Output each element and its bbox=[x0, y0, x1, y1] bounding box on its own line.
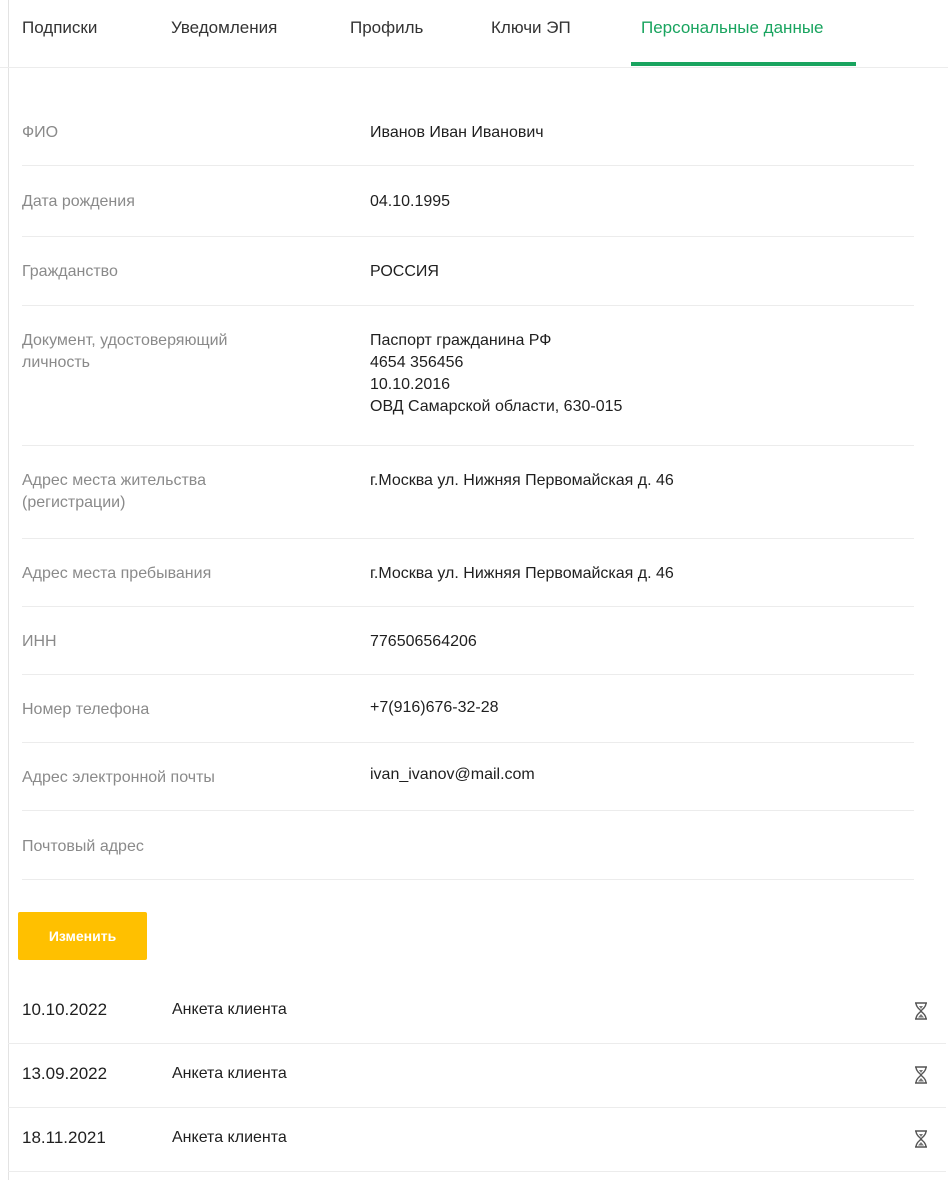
field-row-residence-address: Адрес места пребывания г.Москва ул. Нижн… bbox=[22, 539, 914, 607]
field-row-full-name: ФИО Иванов Иван Иванович bbox=[22, 96, 914, 166]
tab-notifications[interactable]: Уведомления bbox=[171, 18, 277, 38]
personal-data-page: Подписки Уведомления Профиль Ключи ЭП Пе… bbox=[0, 0, 948, 1180]
tab-subscriptions[interactable]: Подписки bbox=[22, 18, 97, 38]
tab-profile[interactable]: Профиль bbox=[350, 18, 423, 38]
active-tab-indicator bbox=[631, 62, 856, 66]
field-row-postal-address: Почтовый адрес bbox=[22, 811, 914, 880]
hourglass-icon bbox=[915, 1002, 927, 1020]
field-label: Документ, удостоверяющий личность bbox=[22, 332, 228, 371]
field-value: РОССИЯ bbox=[370, 263, 439, 280]
field-value: г.Москва ул. Нижняя Первомайская д. 46 bbox=[370, 565, 674, 582]
history-date: 18.11.2021 bbox=[22, 1128, 106, 1147]
history-document-name[interactable]: Анкета клиента bbox=[172, 1001, 287, 1019]
history-date: 10.10.2022 bbox=[22, 1000, 108, 1019]
field-label: Адрес электронной почты bbox=[22, 769, 215, 786]
field-row-birth-date: Дата рождения 04.10.1995 bbox=[22, 166, 914, 237]
history-row[interactable]: 13.09.2022 Анкета клиента bbox=[8, 1044, 946, 1108]
field-value: +7(916)676-32-28 bbox=[370, 699, 499, 716]
tab-personal-data[interactable]: Персональные данные bbox=[641, 18, 824, 38]
field-row-registration-address: Адрес места жительства (регистрации) г.М… bbox=[22, 446, 914, 539]
document-history-list: 10.10.2022 Анкета клиента 13.09.2022 Анк… bbox=[8, 980, 946, 1172]
field-label: Почтовый адрес bbox=[22, 838, 144, 855]
history-date: 13.09.2022 bbox=[22, 1064, 108, 1083]
field-label: Адрес места жительства (регистрации) bbox=[22, 472, 207, 511]
field-label: Дата рождения bbox=[22, 193, 135, 210]
edit-button[interactable]: Изменить bbox=[18, 912, 147, 960]
field-label: ФИО bbox=[22, 124, 59, 141]
field-label: Адрес места пребывания bbox=[22, 565, 212, 582]
field-row-email: Адрес электронной почты ivan_ivanov@mail… bbox=[22, 743, 914, 811]
field-row-phone: Номер телефона +7(916)676-32-28 bbox=[22, 675, 914, 743]
hourglass-icon bbox=[915, 1066, 927, 1084]
field-value: Иванов Иван Иванович bbox=[370, 124, 544, 141]
field-row-citizenship: Гражданство РОССИЯ bbox=[22, 237, 914, 306]
history-row[interactable]: 10.10.2022 Анкета клиента bbox=[8, 980, 946, 1044]
field-label: ИНН bbox=[22, 633, 57, 650]
field-row-inn: ИНН 776506564206 bbox=[22, 607, 914, 675]
tab-bar: Подписки Уведомления Профиль Ключи ЭП Пе… bbox=[0, 0, 948, 68]
field-value: г.Москва ул. Нижняя Первомайская д. 46 bbox=[370, 472, 674, 489]
field-value: 04.10.1995 bbox=[370, 193, 451, 210]
field-label: Гражданство bbox=[22, 263, 118, 280]
field-value: 776506564206 bbox=[370, 633, 477, 650]
personal-data-list: ФИО Иванов Иван Иванович Дата рождения 0… bbox=[22, 96, 914, 880]
field-value: ivan_ivanov@mail.com bbox=[370, 766, 535, 783]
field-label: Номер телефона bbox=[22, 701, 150, 718]
field-row-identity-document: Документ, удостоверяющий личность Паспор… bbox=[22, 306, 914, 446]
history-row[interactable]: 18.11.2021 Анкета клиента bbox=[8, 1108, 946, 1172]
field-value: Паспорт гражданина РФ 4654 356456 10.10.… bbox=[370, 332, 623, 415]
history-document-name[interactable]: Анкета клиента bbox=[172, 1065, 287, 1083]
tab-signature-keys[interactable]: Ключи ЭП bbox=[491, 18, 571, 38]
hourglass-icon bbox=[915, 1130, 927, 1148]
history-document-name[interactable]: Анкета клиента bbox=[172, 1129, 287, 1147]
